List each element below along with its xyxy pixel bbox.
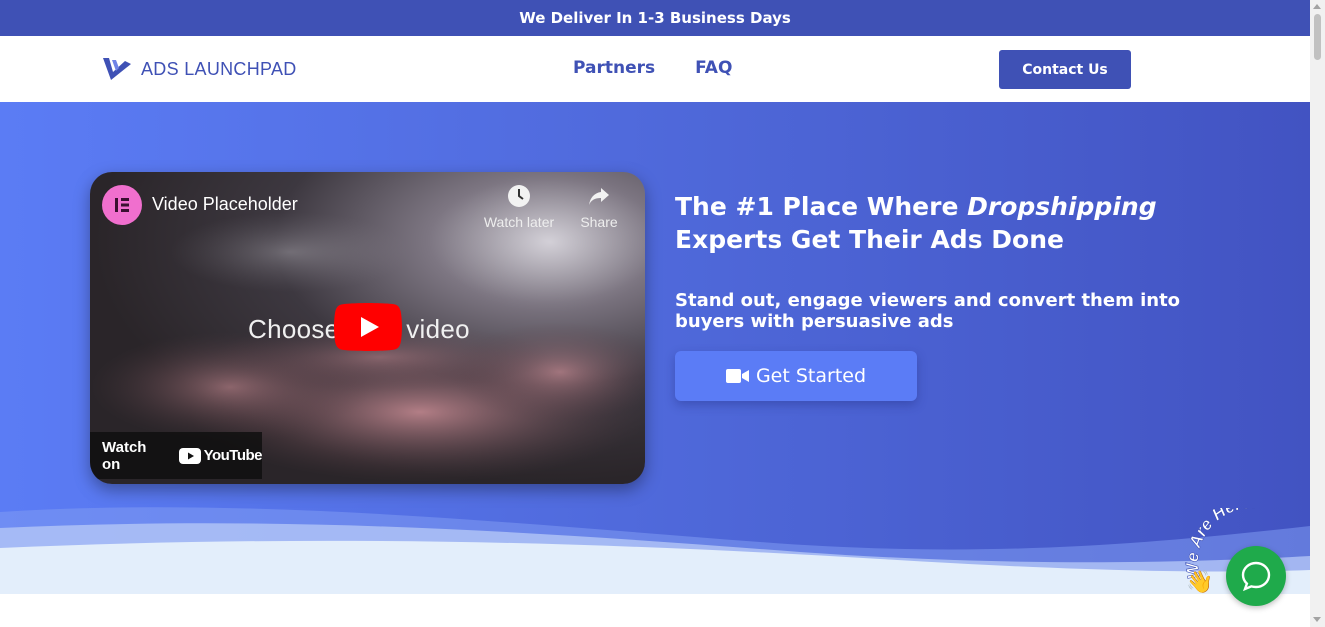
watch-later-button[interactable]: Watch later (479, 184, 559, 230)
waving-hand-icon: 👋 (1186, 570, 1214, 595)
hero-subline: Stand out, engage viewers and convert th… (675, 290, 1181, 332)
youtube-icon (178, 447, 201, 464)
get-started-button[interactable]: Get Started (675, 351, 917, 401)
watch-later-label: Watch later (483, 214, 555, 230)
logo-text: ADS LAUNCHPAD (141, 58, 297, 79)
hero-wave-divider (0, 507, 1310, 594)
page-scrollbar[interactable] (1310, 0, 1325, 627)
logo-icon (103, 58, 131, 80)
site-header: ADS LAUNCHPAD Partners FAQ Contact Us (0, 36, 1310, 102)
shipping-banner-text: We Deliver In 1-3 Business Days (519, 9, 791, 27)
share-label: Share (580, 214, 618, 230)
watch-on-youtube-button[interactable]: Watch on YouTube (90, 432, 263, 479)
get-started-label: Get Started (755, 365, 867, 387)
nav-partners[interactable]: Partners (573, 58, 655, 78)
video-embed[interactable]: Video Placeholder Watch later Share Choo… (90, 172, 645, 484)
headline-part1: The #1 Place Where (675, 192, 959, 221)
nav-faq[interactable]: FAQ (695, 58, 732, 78)
play-button[interactable] (334, 303, 402, 351)
video-camera-icon (725, 369, 749, 383)
watch-on-label: Watch on (102, 438, 147, 473)
share-icon (589, 188, 609, 205)
shipping-banner: We Deliver In 1-3 Business Days (0, 0, 1310, 36)
logo[interactable]: ADS LAUNCHPAD (100, 52, 297, 86)
headline-part2: Experts Get Their Ads Done (675, 225, 1064, 254)
chat-bubble-icon (1241, 561, 1271, 592)
channel-avatar[interactable] (102, 185, 142, 225)
contact-us-button[interactable]: Contact Us (999, 50, 1131, 89)
hero-section: Video Placeholder Watch later Share Choo… (0, 102, 1310, 594)
clock-icon (508, 185, 530, 207)
scrollbar-thumb[interactable] (1314, 14, 1321, 60)
share-button[interactable]: Share (559, 184, 639, 230)
hero-headline: The #1 Place Where Dropshipping Experts … (675, 190, 1195, 256)
headline-accent: Dropshipping (967, 192, 1157, 221)
youtube-logo: YouTube (178, 447, 263, 464)
elementor-icon (115, 198, 129, 212)
youtube-wordmark: YouTube (203, 447, 263, 464)
main-nav: Partners FAQ (573, 58, 732, 78)
video-title[interactable]: Video Placeholder (152, 194, 298, 215)
chat-button[interactable] (1226, 546, 1286, 606)
scroll-down-arrow-icon[interactable] (1313, 617, 1321, 622)
scroll-up-arrow-icon[interactable] (1313, 4, 1321, 9)
